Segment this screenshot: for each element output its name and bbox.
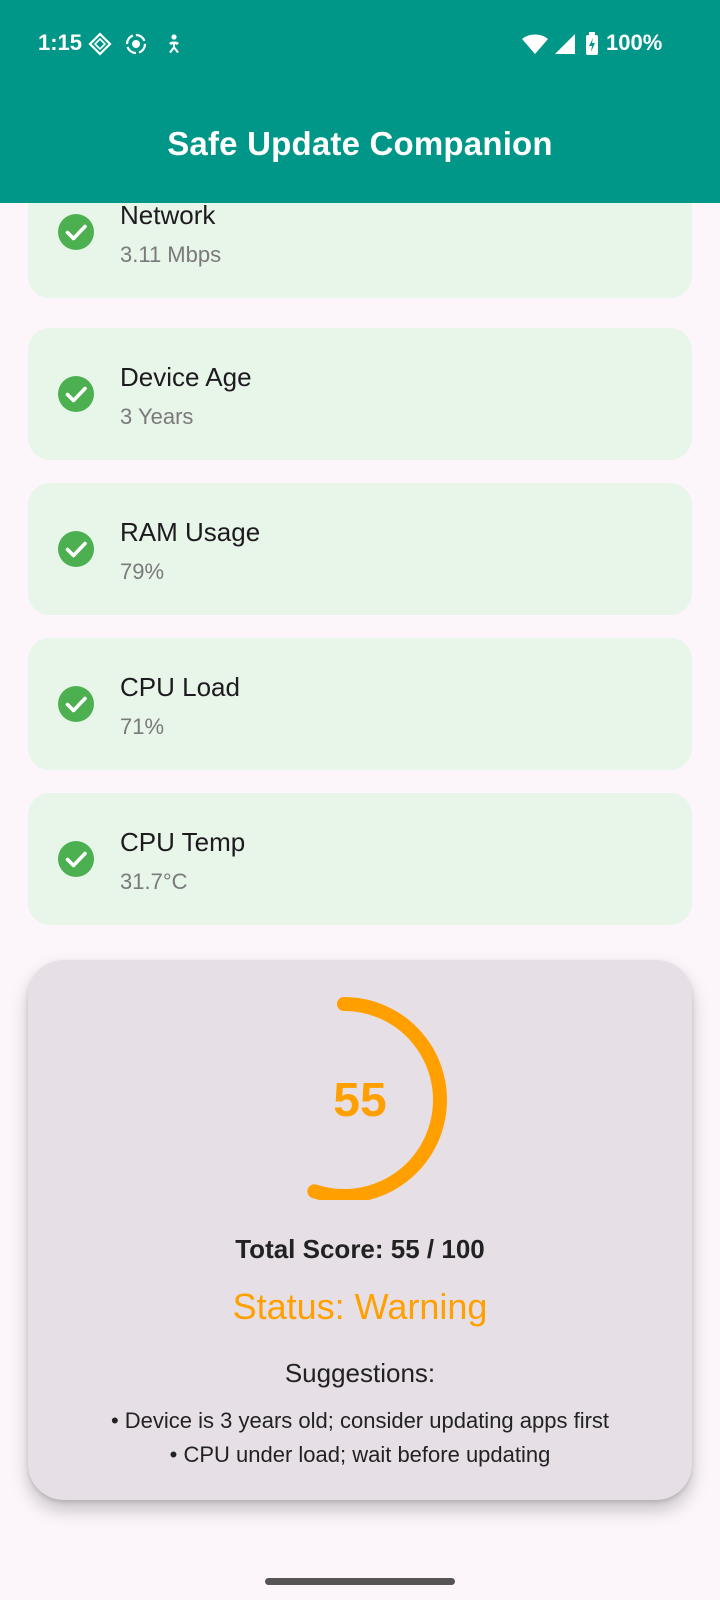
metrics-list[interactable]: Network 3.11 Mbps Device Age 3 Years RAM… [0, 203, 720, 933]
total-score: Total Score: 55 / 100 [235, 1234, 485, 1264]
metric-label: RAM Usage [120, 517, 261, 547]
status-time: 1:15 [38, 30, 83, 55]
wifi-icon [522, 34, 548, 54]
app-bar: 1:15 100% Safe Update Companion [0, 0, 720, 203]
metric-value: 79% [120, 559, 165, 584]
score-card: 55 Total Score: 55 / 100 Status: Warning… [28, 960, 692, 1500]
metric-label: Device Age [120, 362, 252, 392]
battery-charging-icon [586, 32, 598, 55]
cell-signal-icon [555, 34, 575, 54]
metric-card-ram-usage: RAM Usage 79% [28, 483, 692, 615]
metric-card-cpu-temp: CPU Temp 31.7°C [28, 793, 692, 925]
status-bar: 1:15 100% [0, 0, 720, 90]
record-circle-icon [125, 33, 147, 55]
metric-card-cpu-load: CPU Load 71% [28, 638, 692, 770]
score-value: 55 [333, 1074, 387, 1127]
suggestion-item: • Device is 3 years old; consider updati… [110, 1408, 610, 1433]
metric-value: 3 Years [120, 404, 194, 429]
metric-value: 71% [120, 714, 165, 739]
metric-card-network: Network 3.11 Mbps [28, 203, 692, 298]
suggestions-heading: Suggestions: [284, 1358, 436, 1388]
metric-card-device-age: Device Age 3 Years [28, 328, 692, 460]
check-circle-icon [58, 531, 94, 567]
page-title: Safe Update Companion [167, 125, 553, 162]
gesture-nav-bar[interactable] [265, 1578, 455, 1585]
metric-label: CPU Temp [120, 827, 246, 857]
check-circle-icon [58, 841, 94, 877]
suggestion-item: • CPU under load; wait before updating [169, 1442, 551, 1467]
metric-value: 31.7°C [120, 869, 188, 894]
check-circle-icon [58, 376, 94, 412]
status-text: Status: Warning [232, 1286, 488, 1327]
sim-diamond-icon [88, 32, 112, 56]
check-circle-icon [58, 214, 94, 250]
metric-label: CPU Load [120, 672, 240, 702]
accessibility-icon [169, 34, 179, 53]
metric-value: 3.11 Mbps [120, 242, 222, 267]
battery-percent: 100% [606, 30, 663, 55]
metric-label: Network [120, 203, 216, 230]
check-circle-icon [58, 686, 94, 722]
